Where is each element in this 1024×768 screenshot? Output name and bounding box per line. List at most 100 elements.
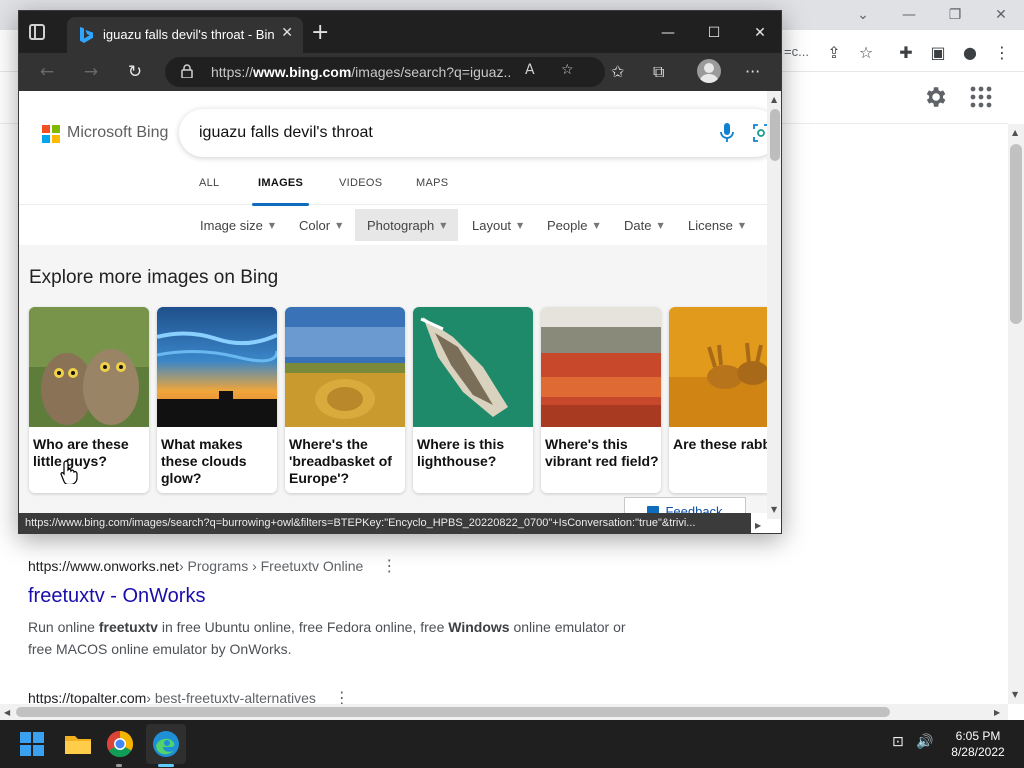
tab-maps[interactable]: MAPS [416, 177, 448, 205]
result-title-link[interactable]: freetuxtv - OnWorks [28, 585, 648, 608]
filter-people[interactable]: People ▼ [547, 209, 600, 241]
filter-label: Date [624, 217, 652, 233]
link-status-bar: https://www.bing.com/images/search?q=bur… [19, 513, 751, 533]
caret-down-icon: ▼ [336, 220, 343, 230]
tab-videos[interactable]: VIDEOS [339, 177, 382, 205]
filter-label: License [688, 217, 733, 233]
back-button[interactable]: ← [35, 60, 59, 84]
explore-card-red-field[interactable]: Where's this vibrant red field? [541, 307, 661, 493]
explore-card-breadbasket[interactable]: Where's the 'breadbasket of Europe'? [285, 307, 405, 493]
tab-images[interactable]: IMAGES [251, 177, 310, 206]
favorites-icon[interactable]: ✩ [611, 62, 624, 81]
bing-brand[interactable]: Microsoft Bing [67, 124, 168, 142]
taskbar: ⊡ 🔊 6:05 PM 8/28/2022 [0, 720, 1024, 768]
scroll-up-arrow-icon[interactable]: ▲ [1012, 128, 1018, 137]
read-aloud-icon[interactable]: A [525, 62, 535, 78]
forward-button[interactable]: → [79, 60, 103, 84]
lock-icon[interactable] [181, 64, 193, 78]
clouds-thumbnail [157, 307, 277, 427]
edge-minimize-button[interactable]: — [645, 19, 691, 47]
filter-layout[interactable]: Layout ▼ [472, 209, 523, 241]
microsoft-logo-icon[interactable] [42, 125, 60, 143]
apps-grid-icon[interactable] [970, 86, 992, 108]
collections-icon[interactable]: ⧉ [653, 62, 664, 82]
page-hscroll-thumb[interactable] [16, 707, 890, 717]
edge-profile-icon[interactable] [697, 59, 721, 83]
result-breadcrumb: › Programs › Freetuxtv Online [178, 557, 364, 574]
filter-photograph[interactable]: Photograph ▼ [355, 209, 459, 241]
settings-gear-icon[interactable] [922, 84, 948, 110]
scroll-right-arrow-icon[interactable]: ▶ [994, 708, 1000, 717]
card-caption: What makes these clouds glow? [161, 436, 247, 486]
tab-actions-icon[interactable] [29, 24, 45, 40]
restore-button[interactable]: ❐ [932, 0, 978, 30]
edge-maximize-button[interactable]: ☐ [691, 19, 737, 47]
background-url-fragment[interactable]: =c... [784, 44, 809, 59]
owls-thumbnail [29, 307, 149, 427]
explore-card-clouds[interactable]: What makes these clouds glow? [157, 307, 277, 493]
edge-close-button[interactable]: ✕ [737, 19, 781, 47]
minimize-button[interactable]: — [886, 0, 932, 30]
explore-card-lighthouse[interactable]: Where is this lighthouse? [413, 307, 533, 493]
caret-down-icon: ▼ [268, 220, 276, 230]
explore-card-owls[interactable]: Who are these little guys? [29, 307, 149, 493]
chrome-menu-icon[interactable]: ⋮ [990, 40, 1014, 64]
filter-image-size[interactable]: Image size ▼ [200, 209, 275, 241]
result-snippet: Run online freetuxtv in free Ubuntu onli… [28, 616, 648, 660]
close-button[interactable]: ✕ [978, 0, 1024, 30]
network-icon[interactable]: ⊡ [892, 734, 904, 750]
chrome-running-indicator [116, 764, 122, 767]
feedback-icon [647, 506, 660, 513]
add-favorite-icon[interactable]: ☆ [561, 62, 574, 78]
system-clock[interactable]: 6:05 PM 8/28/2022 [944, 728, 1012, 760]
image-filters-bar: Image size ▼ Color ▼ Photograph ▼ Layout ▼ P… [19, 205, 767, 245]
windows-start-icon[interactable] [20, 732, 44, 756]
tab-search-icon[interactable]: ⌄ [840, 0, 886, 30]
card-caption: Where's this vibrant red field? [545, 436, 659, 469]
edge-toolbar: ← → ↻ https://www.bing.com/images/search… [19, 53, 781, 91]
chrome-icon[interactable] [106, 730, 134, 758]
clock-date: 8/28/2022 [951, 745, 1005, 759]
scroll-left-arrow-icon[interactable]: ◀ [4, 708, 10, 717]
lighthouse-island-thumbnail [413, 307, 533, 427]
tab-all[interactable]: ALL [199, 177, 219, 205]
explore-card-rabbits[interactable]: Are these rabbits or hares? [669, 307, 767, 493]
url-path: /images/search?q=iguaz... [351, 64, 511, 80]
result-url[interactable]: https://www.onworks.net › Programs › Fre… [28, 556, 648, 575]
filter-color[interactable]: Color ▼ [299, 209, 342, 241]
microphone-icon[interactable] [719, 122, 735, 144]
extensions-icon[interactable]: ✚ [894, 40, 918, 64]
address-bar[interactable]: https://www.bing.com/images/search?q=igu… [165, 57, 605, 87]
filter-date[interactable]: Date ▼ [624, 209, 664, 241]
edge-icon[interactable] [152, 730, 180, 758]
scroll-down-arrow-icon[interactable]: ▼ [1012, 690, 1018, 699]
feedback-button[interactable]: Feedback [624, 497, 746, 513]
edge-scroll-thumb[interactable] [770, 109, 780, 161]
refresh-button[interactable]: ↻ [123, 60, 147, 84]
tab-bing-images[interactable]: iguazu falls devil's throat - Bing Image… [67, 17, 303, 53]
tab-close-icon[interactable]: ✕ [281, 25, 293, 41]
edge-browser-window: iguazu falls devil's throat - Bing Image… [18, 10, 782, 534]
visual-search-icon[interactable] [753, 123, 767, 143]
page-scroll-thumb[interactable] [1010, 144, 1022, 324]
bookmark-star-icon[interactable]: ☆ [854, 40, 878, 64]
edge-scroll-up-icon[interactable]: ▲ [771, 95, 777, 104]
search-box[interactable]: iguazu falls devil's throat [179, 109, 767, 157]
result-more-icon[interactable]: ⋮ [381, 556, 397, 575]
volume-icon[interactable]: 🔊 [916, 734, 933, 750]
edge-scroll-down-icon[interactable]: ▼ [771, 505, 777, 514]
filter-license[interactable]: License ▼ [688, 209, 745, 241]
filter-label: Image size [200, 217, 263, 233]
caret-down-icon: ▼ [657, 220, 664, 230]
search-input[interactable]: iguazu falls devil's throat [199, 124, 373, 142]
url-text[interactable]: https://www.bing.com/images/search?q=igu… [211, 64, 511, 80]
profile-icon[interactable]: ● [958, 40, 982, 64]
edge-titlebar: iguazu falls devil's throat - Bing Image… [19, 11, 781, 53]
share-icon[interactable]: ⇪ [822, 40, 846, 64]
edge-scroll-right-icon[interactable]: ▶ [755, 521, 761, 530]
explore-more-section: Explore more images on Bing Who are thes… [19, 245, 767, 513]
file-explorer-icon[interactable] [64, 730, 92, 758]
settings-more-icon[interactable]: ··· [745, 62, 760, 81]
side-panel-icon[interactable]: ▣ [926, 40, 950, 64]
new-tab-button[interactable]: + [311, 20, 329, 45]
